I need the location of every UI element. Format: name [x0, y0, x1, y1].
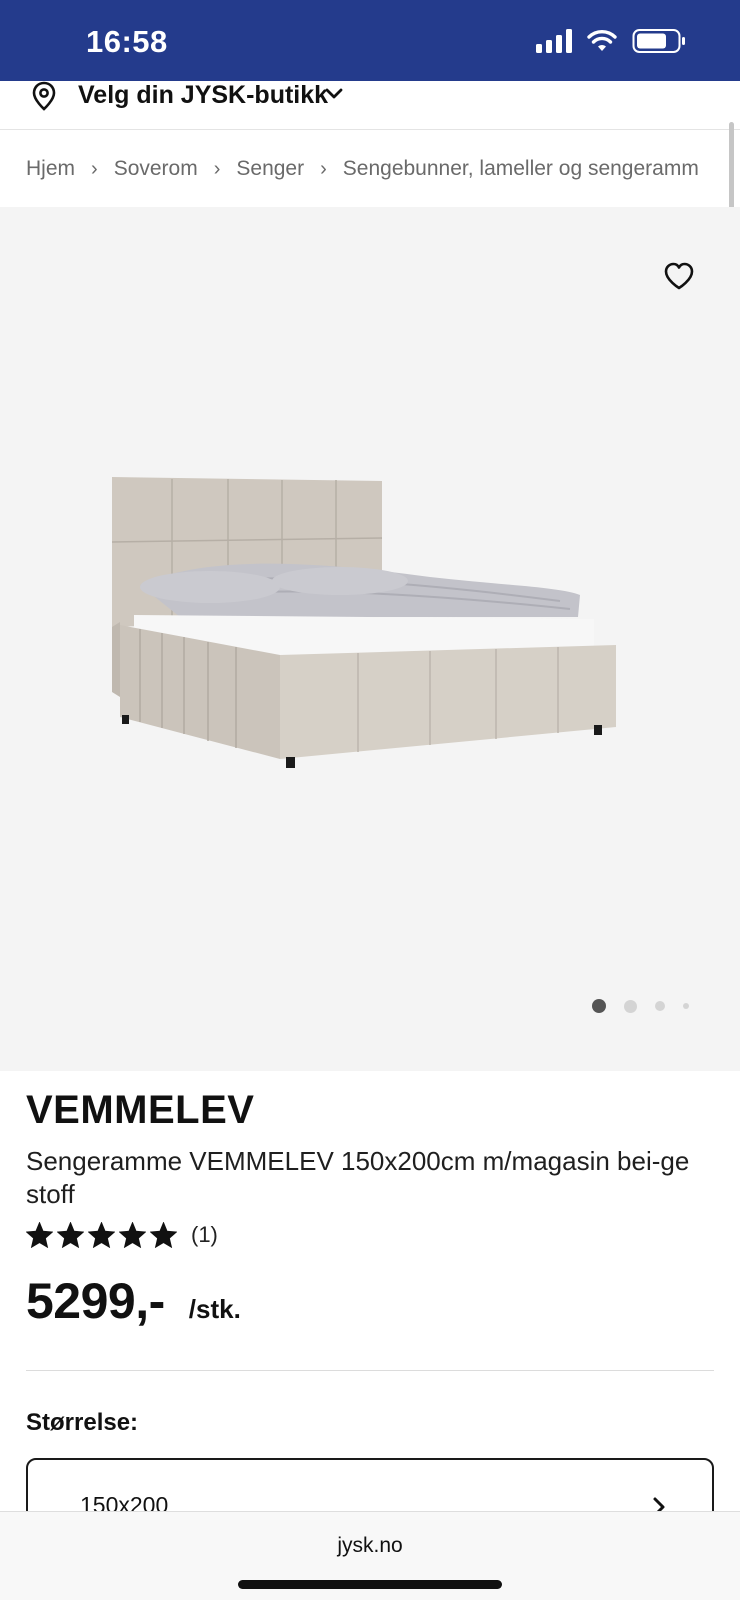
store-selector-label: Velg din JYSK-butikk	[78, 81, 329, 109]
carousel-dot[interactable]	[655, 1001, 665, 1011]
price-unit: /stk.	[188, 1294, 241, 1324]
carousel-dot[interactable]	[592, 999, 606, 1013]
divider	[26, 1370, 714, 1371]
product-name: Sengeramme VEMMELEV 150x200cm m/magasin …	[26, 1146, 690, 1209]
product-price: 5299,-	[26, 1273, 165, 1329]
breadcrumb-item-hjem[interactable]: Hjem	[26, 157, 75, 181]
breadcrumb-item-senger[interactable]: Senger	[236, 157, 304, 181]
star-icon	[119, 1222, 146, 1248]
status-time: 16:58	[86, 24, 168, 59]
status-bar: 16:58	[0, 0, 740, 81]
breadcrumb-separator: ›	[320, 157, 327, 180]
carousel-dot[interactable]	[624, 999, 637, 1013]
location-pin-icon	[32, 81, 56, 111]
star-icon	[26, 1222, 53, 1248]
battery-icon	[632, 29, 685, 53]
product-image-bed	[111, 477, 616, 768]
rating-stars	[26, 1222, 177, 1248]
heart-icon	[664, 262, 694, 290]
product-brand: VEMMELEV	[26, 1088, 255, 1132]
store-selector[interactable]: Velg din JYSK-butikk	[0, 81, 740, 130]
star-icon	[150, 1222, 177, 1248]
product-image-gallery[interactable]	[0, 207, 740, 1071]
carousel-dot[interactable]	[683, 1003, 689, 1009]
cellular-signal-icon	[536, 29, 572, 53]
star-icon	[57, 1222, 84, 1248]
status-icons	[536, 28, 686, 54]
carousel-dots[interactable]	[592, 999, 689, 1013]
star-icon	[88, 1222, 115, 1248]
rating-count: (1)	[191, 1222, 218, 1247]
size-label: Størrelse:	[26, 1409, 139, 1436]
browser-bottom-bar: jysk.no	[0, 1511, 740, 1600]
breadcrumb-separator: ›	[213, 157, 221, 180]
breadcrumb-separator: ›	[91, 157, 98, 180]
chevron-down-icon	[325, 88, 343, 99]
browser-url[interactable]: jysk.no	[0, 1534, 740, 1558]
wifi-icon	[587, 30, 617, 51]
breadcrumb: Hjem › Soverom › Senger › Sengebunner, l…	[26, 154, 740, 184]
product-rating[interactable]: (1)	[26, 1222, 218, 1248]
favorite-button[interactable]	[660, 257, 698, 295]
price-row: 5299,- /stk.	[26, 1272, 241, 1330]
home-indicator[interactable]	[238, 1580, 502, 1589]
breadcrumb-item-sengebunner[interactable]: Sengebunner, lameller og sengeramm	[343, 157, 699, 181]
breadcrumb-item-soverom[interactable]: Soverom	[114, 157, 198, 181]
